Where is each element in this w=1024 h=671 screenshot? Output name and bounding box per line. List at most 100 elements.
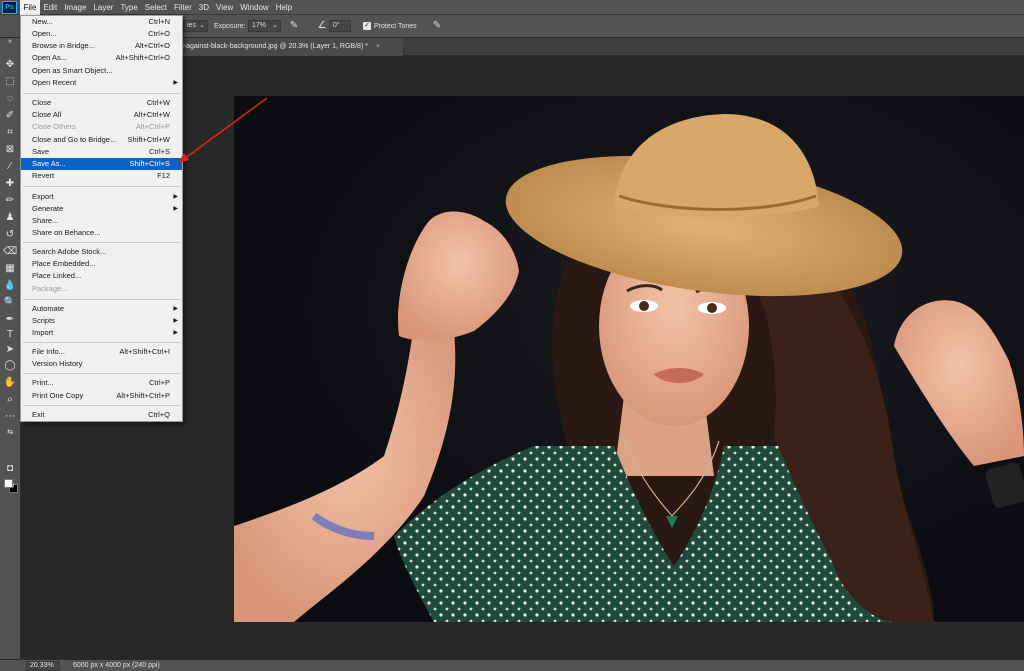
menu-layer[interactable]: Layer [90, 0, 117, 15]
blur-icon[interactable]: 💧 [3, 279, 17, 293]
menu-file[interactable]: File [20, 0, 40, 15]
brush-icon[interactable]: ✏ [3, 194, 17, 208]
menu-separator [23, 405, 180, 406]
menu-help[interactable]: Help [272, 0, 295, 15]
pressure-icon[interactable]: ✎ [431, 20, 443, 32]
chevron-down-icon: ⌄ [272, 22, 278, 29]
document-tab-title: ng-against-black-background.jpg @ 20.3% … [176, 43, 368, 50]
menu-item-label: Generate [32, 204, 64, 213]
menu-item-label: Automate [32, 304, 65, 313]
menu-item-shortcut: F12 [157, 171, 170, 180]
menu-item-version-history[interactable]: Version History [21, 358, 182, 370]
menu-type[interactable]: Type [117, 0, 141, 15]
menu-item-shortcut: Ctrl+P [148, 378, 170, 387]
menu-window[interactable]: Window [237, 0, 272, 15]
menu-bar: Ps File Edit Image Layer Type Select Fil… [0, 0, 1024, 15]
menu-item-open-recent[interactable]: Open Recent ▶ [21, 77, 182, 89]
submenu-arrow-icon: ▶ [173, 306, 178, 312]
menu-edit[interactable]: Edit [40, 0, 61, 15]
hand-icon[interactable]: ✋ [3, 376, 17, 390]
dodge-icon[interactable]: 🔍 [3, 296, 17, 310]
menu-item-label: Open As... [32, 53, 68, 62]
eraser-icon[interactable]: ⌫ [3, 245, 17, 259]
tools-panel: » ✥ ⬚ ◌ ✐ ⌗ ⊠ ⁄ ✚ ✏ ♟ ↺ ⌫ ▦ 💧 🔍 ✒ T ➤ ◯ … [0, 38, 21, 659]
menu-item-export[interactable]: Export ▶ [21, 191, 182, 203]
collapse-icon[interactable]: » [3, 38, 17, 46]
menu-item-file-info[interactable]: File Info... Alt+Shift+Ctrl+I [21, 346, 182, 358]
menu-item-label: Share on Behance... [32, 228, 101, 237]
history-brush-icon[interactable]: ↺ [3, 228, 17, 242]
submenu-arrow-icon: ▶ [173, 80, 178, 86]
menu-item-automate[interactable]: Automate ▶ [21, 303, 182, 315]
menu-item-print[interactable]: Print... Ctrl+P [21, 377, 182, 389]
menu-item-revert[interactable]: Revert F12 [21, 170, 182, 182]
more-tools-icon[interactable]: ⋯ [3, 410, 17, 424]
menu-item-share[interactable]: Share... [21, 215, 182, 227]
frame-icon[interactable]: ⊠ [3, 143, 17, 157]
angle-field[interactable]: 0° [329, 20, 351, 32]
menu-item-label: Close [32, 98, 52, 107]
menu-image[interactable]: Image [61, 0, 90, 15]
menu-item-shortcut: Ctrl+Q [148, 410, 170, 419]
gradient-icon[interactable]: ▦ [3, 262, 17, 276]
exposure-field[interactable]: 17% ⌄ [248, 20, 281, 32]
lasso-icon[interactable]: ◌ [3, 92, 17, 106]
foreground-color-swatch[interactable] [4, 479, 13, 488]
menu-item-shortcut: Ctrl+N [148, 17, 170, 26]
healing-icon[interactable]: ✚ [3, 177, 17, 191]
menu-item-open-as-smart-object[interactable]: Open as Smart Object... [21, 65, 182, 77]
eyedropper-icon[interactable]: ⁄ [3, 160, 17, 174]
menu-item-label: Open as Smart Object... [32, 66, 113, 75]
menu-item-label: Close All [32, 110, 62, 119]
menu-item-import[interactable]: Import ▶ [21, 327, 182, 339]
shape-icon[interactable]: ◯ [3, 359, 17, 373]
menu-item-label: Open Recent [32, 78, 77, 87]
path-select-icon[interactable]: ➤ [3, 343, 17, 357]
menu-item-save[interactable]: Save Ctrl+S [21, 146, 182, 158]
pen-icon[interactable]: ✒ [3, 313, 17, 327]
type-icon[interactable]: T [3, 328, 17, 342]
menu-item-close[interactable]: Close Ctrl+W [21, 97, 182, 109]
menu-item-open-as[interactable]: Open As... Alt+Shift+Ctrl+O [21, 52, 182, 64]
zoom-icon[interactable]: ⌕ [3, 393, 17, 407]
zoom-level-field[interactable]: 20.33% [26, 661, 60, 671]
menu-item-share-on-behance[interactable]: Share on Behance... [21, 227, 182, 239]
menu-view[interactable]: View [213, 0, 237, 15]
menu-item-generate[interactable]: Generate ▶ [21, 203, 182, 215]
menu-item-save-as[interactable]: Save As... Shift+Ctrl+S [21, 158, 182, 170]
canvas[interactable] [234, 96, 1024, 622]
menu-item-label: Import [32, 328, 54, 337]
menu-item-label: Close Others [32, 122, 76, 131]
menu-item-exit[interactable]: Exit Ctrl+Q [21, 409, 182, 421]
marquee-icon[interactable]: ⬚ [3, 75, 17, 89]
protect-tones-checkbox[interactable]: ✓ [363, 22, 371, 30]
menu-item-scripts[interactable]: Scripts ▶ [21, 315, 182, 327]
menu-item-label: Revert [32, 171, 55, 180]
airbrush-icon[interactable]: ✎ [288, 20, 300, 32]
submenu-arrow-icon: ▶ [173, 206, 178, 212]
menu-item-open[interactable]: Open... Ctrl+O [21, 28, 182, 40]
menu-3d[interactable]: 3D [195, 0, 212, 15]
range-select[interactable]: ies ⌄ [183, 20, 208, 32]
document-info: 6000 px x 4000 px (240 ppi) [73, 662, 160, 669]
menu-filter[interactable]: Filter [171, 0, 196, 15]
menu-item-place-embedded[interactable]: Place Embedded... [21, 258, 182, 270]
clone-stamp-icon[interactable]: ♟ [3, 211, 17, 225]
quick-mask-icon[interactable]: ◘ [3, 462, 17, 476]
menu-item-place-linked[interactable]: Place Linked... [21, 270, 182, 282]
menu-item-print-one-copy[interactable]: Print One Copy Alt+Shift+Ctrl+P [21, 390, 182, 402]
menu-select[interactable]: Select [141, 0, 170, 15]
crop-icon[interactable]: ⌗ [3, 126, 17, 140]
menu-item-new[interactable]: New... Ctrl+N [21, 16, 182, 28]
photoshop-logo-icon: Ps [2, 0, 17, 14]
swap-colors-icon[interactable]: ⇆ [3, 426, 17, 440]
menu-item-search-adobe-stock[interactable]: Search Adobe Stock... [21, 246, 182, 258]
menu-item-label: Place Linked... [32, 271, 82, 280]
move-icon[interactable]: ✥ [3, 58, 17, 72]
menu-item-browse-in-bridge[interactable]: Browse in Bridge... Alt+Ctrl+O [21, 40, 182, 52]
menu-item-label: Save As... [32, 159, 66, 168]
menu-item-close-and-go-to-bridge[interactable]: Close and Go to Bridge... Shift+Ctrl+W [21, 134, 182, 146]
quick-select-icon[interactable]: ✐ [3, 109, 17, 123]
menu-item-close-all[interactable]: Close All Alt+Ctrl+W [21, 109, 182, 121]
close-icon[interactable]: × [376, 43, 380, 50]
